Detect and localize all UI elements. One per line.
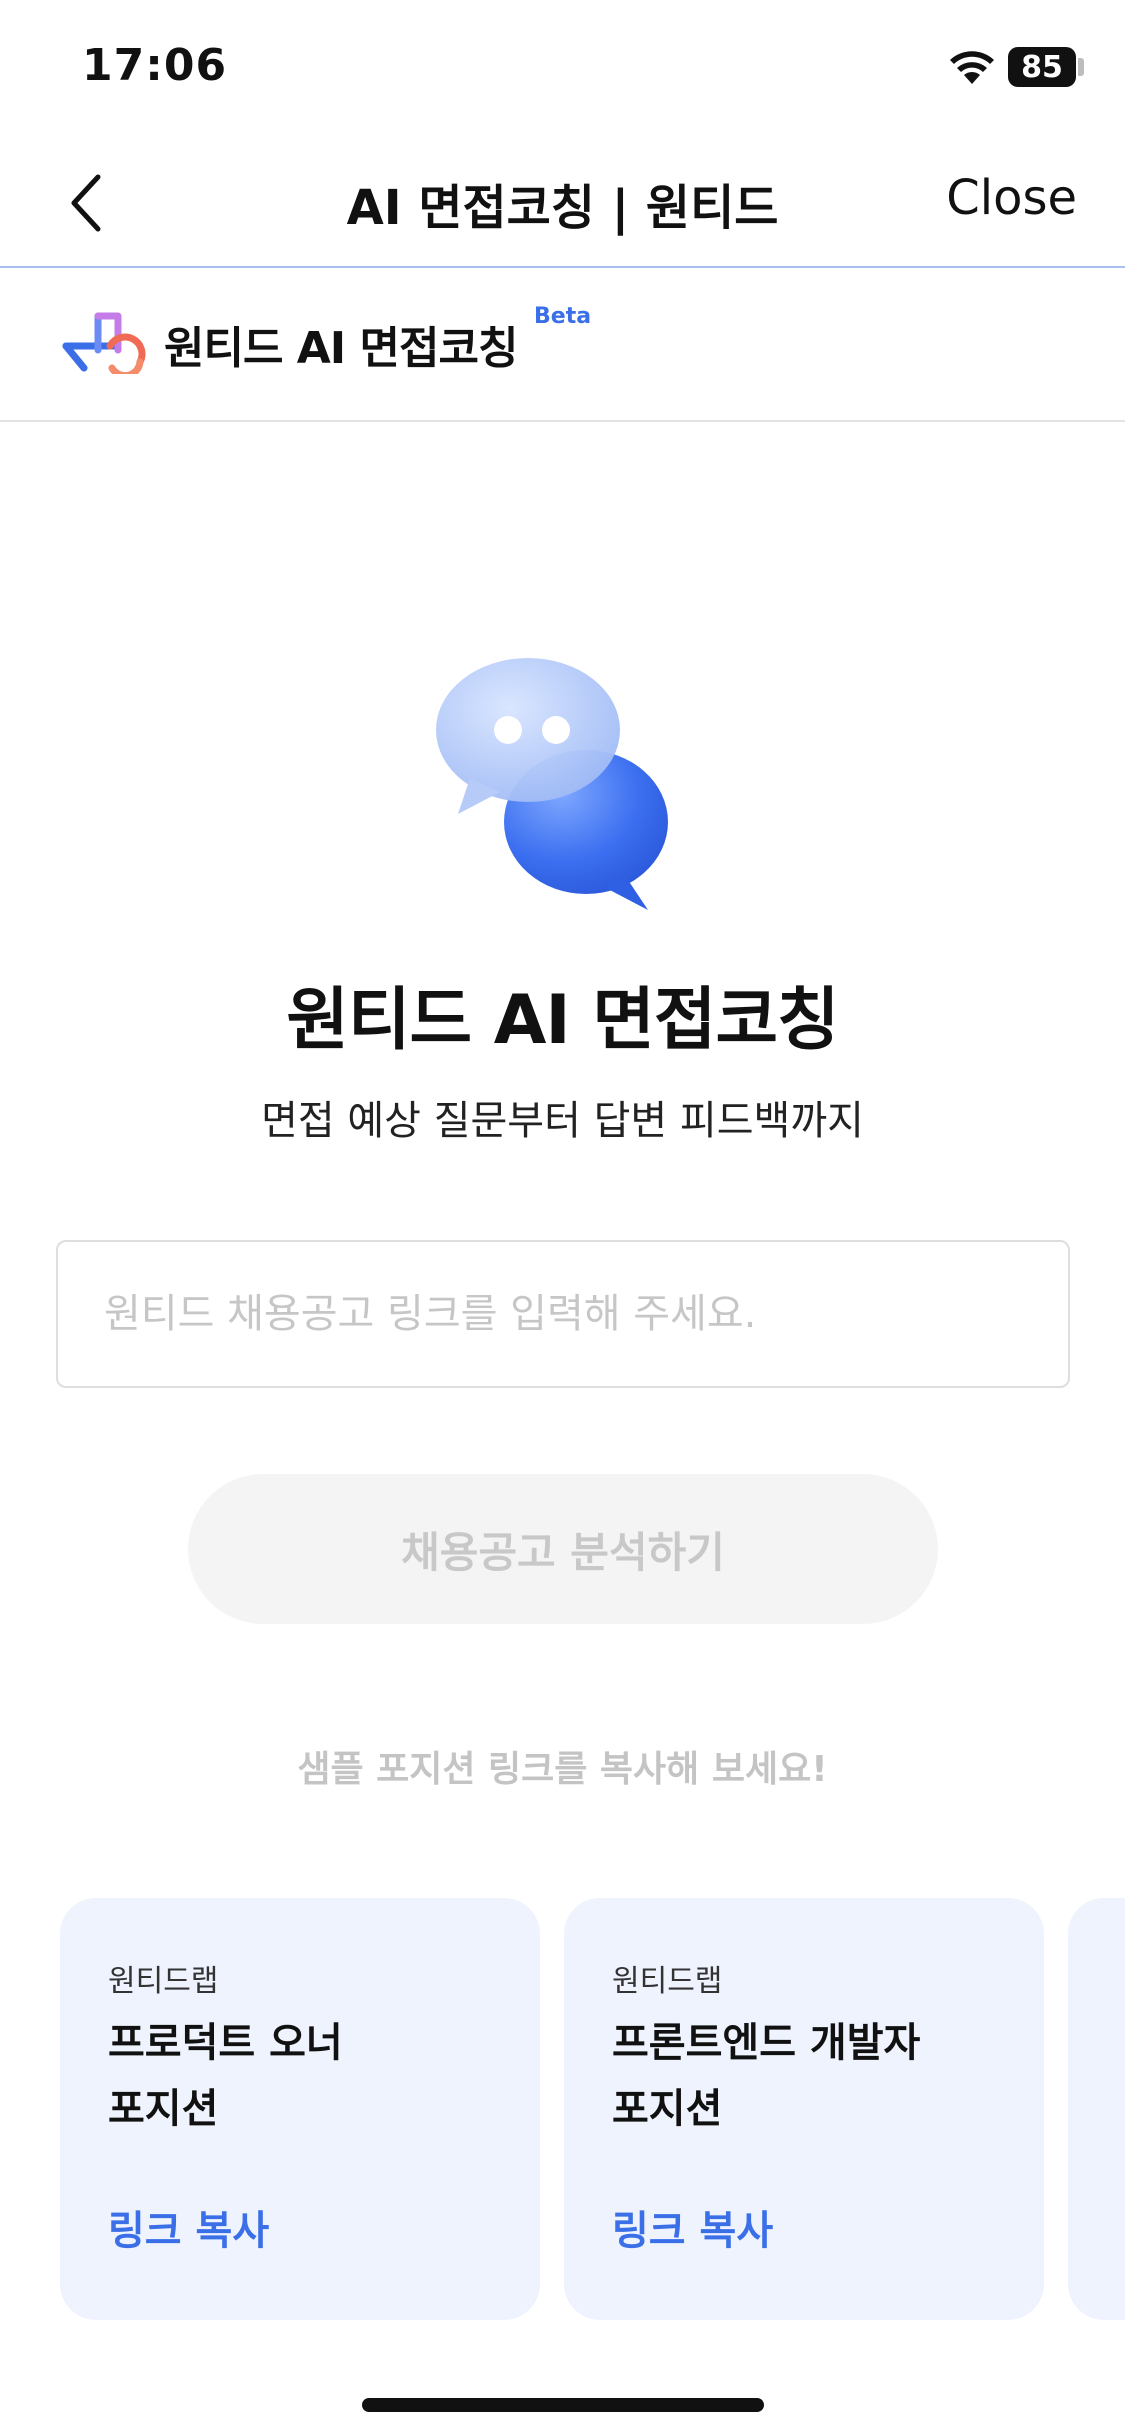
brand-name: 원티드 AI 면접코칭 xyxy=(164,323,518,374)
hero-subtitle: 면접 예상 질문부터 답변 피드백까지 xyxy=(261,1098,864,1144)
hero-title: 원티드 AI 면접코칭 xyxy=(286,981,839,1060)
sample-cards-carousel[interactable]: 원티드랩 프로덕트 오너 포지션 링크 복사 원티드랩 프론트엔드 개발자 포지… xyxy=(60,1898,1125,2320)
wifi-icon xyxy=(950,51,994,84)
card-role-line1: 프론트엔드 개발자 xyxy=(612,2020,921,2066)
chat-bubbles-icon xyxy=(436,658,668,910)
copy-link-button[interactable]: 링크 복사 xyxy=(612,2198,773,2256)
status-time: 17:06 xyxy=(82,40,228,91)
sample-hint: 샘플 포지션 링크를 복사해 보세요! xyxy=(297,1749,828,1790)
page-title: AI 면접코칭 | 원티드 xyxy=(346,180,779,236)
copy-link-button[interactable]: 링크 복사 xyxy=(108,2198,269,2256)
job-link-input[interactable] xyxy=(56,1240,1070,1388)
card-role: 프로덕트 오너 포지션 xyxy=(108,2010,492,2142)
battery-tip xyxy=(1078,58,1084,76)
card-company: 원티드랩 xyxy=(108,1964,219,1999)
card-role: 프론트엔드 개발자 포지션 xyxy=(612,2010,996,2142)
analyze-job-button[interactable]: 채용공고 분석하기 xyxy=(188,1474,938,1624)
wanted-logo-icon[interactable] xyxy=(62,310,154,374)
back-button[interactable] xyxy=(56,168,116,238)
card-company: 원티드랩 xyxy=(612,1964,723,1999)
card-role-line2: 포지션 xyxy=(108,2086,219,2132)
beta-badge: Beta xyxy=(534,304,592,329)
status-bar: 17:06 85 xyxy=(0,0,1125,140)
sample-card-partial xyxy=(1068,1898,1125,2320)
card-role-line1: 프로덕트 오너 xyxy=(108,2020,343,2066)
brand-header: 원티드 AI 면접코칭 Beta xyxy=(0,268,1125,422)
sample-card-frontend: 원티드랩 프론트엔드 개발자 포지션 링크 복사 xyxy=(564,1898,1044,2320)
close-button[interactable]: Close xyxy=(946,170,1077,226)
card-role-line2: 포지션 xyxy=(612,2086,723,2132)
nav-bar: AI 면접코칭 | 원티드 Close xyxy=(0,140,1125,268)
battery-icon: 85 xyxy=(1008,47,1076,87)
sample-card-product-owner: 원티드랩 프로덕트 오너 포지션 링크 복사 xyxy=(60,1898,540,2320)
chevron-left-icon xyxy=(71,174,101,232)
home-indicator xyxy=(362,2398,764,2412)
